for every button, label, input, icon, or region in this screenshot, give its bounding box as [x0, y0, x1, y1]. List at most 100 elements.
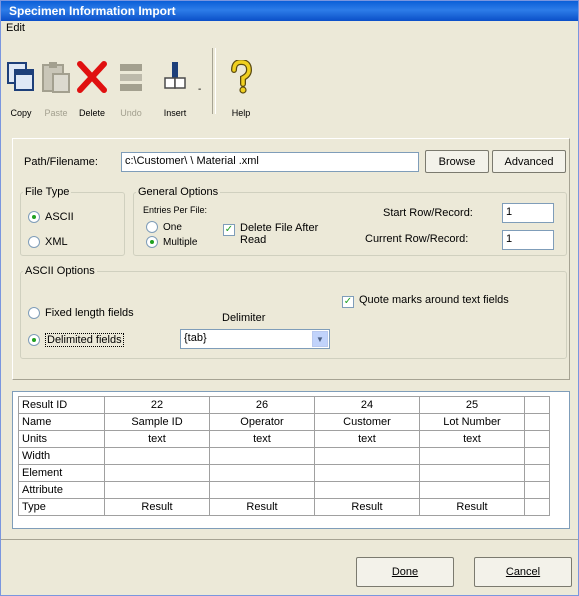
menu-edit[interactable]: Edit	[6, 22, 25, 34]
copy-button[interactable]: Copy	[3, 42, 39, 122]
grid-cell[interactable]	[524, 396, 550, 414]
grid-cell[interactable]: text	[104, 430, 210, 448]
grid-cell[interactable]	[209, 464, 315, 482]
insert-button[interactable]: Insert	[153, 42, 197, 122]
grid-cell[interactable]: Result	[209, 498, 315, 516]
help-label: Help	[231, 108, 251, 118]
grid-cell[interactable]	[314, 447, 420, 465]
row-header: Element	[18, 464, 105, 482]
one-radio-dot	[146, 221, 158, 233]
import-window: Specimen Information Import Edit Copy Pa…	[0, 0, 579, 596]
delimiter-select[interactable]: {tab} ▼	[180, 329, 330, 349]
chevron-down-icon[interactable]: ▼	[312, 331, 328, 347]
grid-cell[interactable]: text	[209, 430, 315, 448]
start-row-input[interactable]: 1	[502, 203, 554, 223]
insert-label: Insert	[163, 108, 187, 118]
row-header: Attribute	[18, 481, 105, 499]
undo-button[interactable]: Undo	[113, 42, 149, 122]
delete-label: Delete	[78, 108, 105, 118]
grid-cell[interactable]: 25	[419, 396, 525, 414]
table-row: Name Sample ID Operator Customer Lot Num…	[18, 413, 550, 431]
insert-icon	[164, 62, 186, 89]
grid-cell[interactable]: text	[314, 430, 420, 448]
grid-cell[interactable]	[524, 430, 550, 448]
mapping-table: Result ID 22 26 24 25 Name Sample ID Ope…	[18, 396, 550, 516]
path-label: Path/Filename:	[24, 156, 98, 168]
cancel-button[interactable]: Cancel	[474, 557, 572, 587]
ascii-radio-dot	[28, 211, 40, 223]
row-header: Result ID	[18, 396, 105, 414]
grid-cell[interactable]	[524, 447, 550, 465]
table-row: Width	[18, 447, 550, 465]
general-options-legend: General Options	[138, 186, 219, 198]
grid-cell[interactable]: text	[419, 430, 525, 448]
grid-cell[interactable]	[419, 464, 525, 482]
grid-cell[interactable]: 22	[104, 396, 210, 414]
delete-after-read-box: ✓	[223, 224, 235, 236]
window-title: Specimen Information Import	[9, 4, 176, 18]
copy-label: Copy	[10, 108, 32, 118]
grid-cell[interactable]	[419, 481, 525, 499]
grid-cell[interactable]	[524, 481, 550, 499]
xml-radio-dot	[28, 236, 40, 248]
grid-cell[interactable]	[104, 481, 210, 499]
grid-cell[interactable]	[209, 481, 315, 499]
grid-cell[interactable]	[104, 464, 210, 482]
grid-cell[interactable]	[104, 447, 210, 465]
grid-cell[interactable]	[209, 447, 315, 465]
row-header: Width	[18, 447, 105, 465]
current-row-input[interactable]: 1	[502, 230, 554, 250]
done-label: Done	[391, 566, 419, 578]
grid-cell[interactable]	[524, 498, 550, 516]
grid-cell[interactable]	[314, 481, 420, 499]
field-mapping-grid[interactable]: Result ID 22 26 24 25 Name Sample ID Ope…	[12, 391, 570, 529]
quote-marks-checkbox[interactable]: ✓ Quote marks around text fields	[342, 294, 509, 308]
table-row: Element	[18, 464, 550, 482]
help-icon	[231, 60, 253, 94]
toolbar: Copy Paste Delete Undo Insert - Help	[1, 38, 578, 124]
paste-button[interactable]: Paste	[39, 42, 73, 122]
delete-button[interactable]: Delete	[72, 42, 112, 122]
grid-cell[interactable]: Sample ID	[104, 413, 210, 431]
grid-cell[interactable]	[419, 447, 525, 465]
grid-cell[interactable]: Customer	[314, 413, 420, 431]
current-row-label: Current Row/Record:	[365, 233, 469, 245]
grid-cell[interactable]: Result	[314, 498, 420, 516]
grid-cell[interactable]: Result	[419, 498, 525, 516]
grid-cell[interactable]	[314, 464, 420, 482]
table-row: Attribute	[18, 481, 550, 499]
paste-icon	[42, 62, 70, 93]
grid-cell[interactable]	[524, 464, 550, 482]
delimited-radio-dot	[28, 334, 40, 346]
done-button[interactable]: Done	[356, 557, 454, 587]
cancel-label: Cancel	[505, 566, 541, 578]
delete-after-read-checkbox[interactable]: ✓ Delete File After Read	[223, 222, 341, 246]
grid-cell[interactable]: 26	[209, 396, 315, 414]
help-button[interactable]: Help	[221, 42, 261, 122]
multiple-radio[interactable]: Multiple	[146, 236, 197, 248]
delimited-radio[interactable]: Delimited fields	[28, 333, 124, 347]
table-row: Units text text text text	[18, 430, 550, 448]
grid-cell[interactable]: Lot Number	[419, 413, 525, 431]
fixed-length-radio[interactable]: Fixed length fields	[28, 307, 134, 319]
multiple-radio-dot	[146, 236, 158, 248]
ascii-radio[interactable]: ASCII	[28, 211, 74, 223]
grid-cell[interactable]: Operator	[209, 413, 315, 431]
fixed-length-radio-label: Fixed length fields	[45, 307, 134, 319]
one-radio-label: One	[163, 221, 182, 233]
grid-cell[interactable]: 24	[314, 396, 420, 414]
ascii-radio-label: ASCII	[45, 211, 74, 223]
row-header: Type	[18, 498, 105, 516]
xml-radio[interactable]: XML	[28, 236, 68, 248]
one-radio[interactable]: One	[146, 221, 182, 233]
title-bar[interactable]: Specimen Information Import	[1, 1, 578, 21]
grid-cell[interactable]	[524, 413, 550, 431]
browse-button[interactable]: Browse	[425, 150, 489, 173]
delimiter-value: {tab}	[184, 332, 207, 344]
insert-dropdown-icon[interactable]: -	[198, 84, 201, 95]
grid-cell[interactable]: Result	[104, 498, 210, 516]
advanced-button[interactable]: Advanced	[492, 150, 566, 173]
path-input[interactable]: c:\Customer\ \ Material .xml	[121, 152, 419, 172]
start-row-label: Start Row/Record:	[383, 207, 473, 219]
toolbar-separator	[212, 48, 216, 114]
